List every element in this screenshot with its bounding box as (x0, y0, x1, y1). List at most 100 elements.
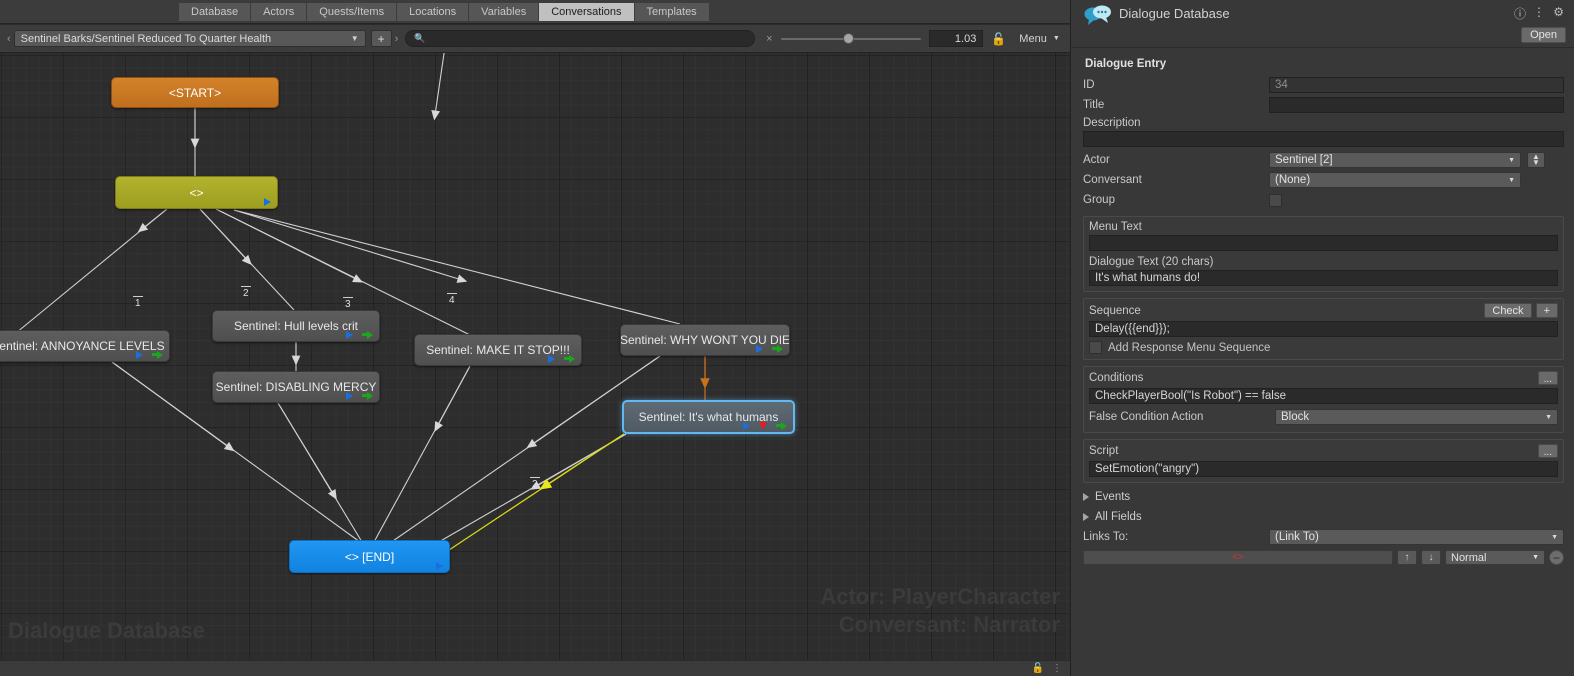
conversation-editor-pane: Database Actors Quests/Items Locations Varia… (0, 0, 1070, 676)
tab-actors[interactable]: Actors (251, 2, 308, 21)
script-arrow-icon (772, 344, 783, 353)
clear-search-button[interactable]: × (763, 33, 775, 45)
link-entry-field[interactable]: <> (1083, 550, 1393, 565)
false-condition-action-dropdown[interactable]: Block ▼ (1275, 409, 1558, 425)
tab-conversations[interactable]: Conversations (539, 2, 635, 21)
script-arrow-icon (776, 421, 787, 430)
dialogue-editor-window: Database Actors Quests/Items Locations Varia… (0, 0, 1574, 676)
unlock-icon[interactable]: 🔓 (1032, 663, 1044, 674)
tab-database[interactable]: Database (178, 2, 252, 21)
chevron-down-icon: ▼ (1508, 176, 1515, 184)
conditions-field[interactable]: CheckPlayerBool("Is Robot") == false (1089, 388, 1558, 404)
false-condition-action-label: False Condition Action (1089, 411, 1204, 423)
script-label: Script (1089, 445, 1119, 457)
false-condition-action-row: False Condition Action Block ▼ (1089, 407, 1558, 427)
dialogue-database-icon (1084, 5, 1111, 25)
dialogue-node-humans[interactable]: Sentinel: It's what humans (622, 400, 795, 434)
script-field[interactable]: SetEmotion("angry") (1089, 461, 1558, 477)
dialogue-node-start[interactable]: <START> (111, 77, 279, 108)
open-button[interactable]: Open (1521, 27, 1566, 43)
link-move-down-button[interactable]: ↓ (1421, 550, 1441, 565)
conversant-dropdown[interactable]: (None) ▼ (1269, 172, 1521, 188)
dialogue-node-stop[interactable]: Sentinel: MAKE IT STOP!!! (414, 334, 582, 366)
triangle-right-icon (1083, 493, 1089, 501)
gear-icon[interactable]: ⚙ (1553, 5, 1564, 19)
dialogue-node-die[interactable]: Sentinel: WHY WONT YOU DIE (620, 324, 790, 356)
zoom-slider-handle[interactable] (843, 33, 855, 44)
unlock-icon[interactable]: 🔓 (991, 32, 1006, 46)
script-box: Script ... SetEmotion("angry") (1083, 439, 1564, 483)
dialogue-node-mercy[interactable]: Sentinel: DISABLING MERCY (212, 371, 380, 403)
inspector-body: Dialogue Entry ID 34 Title Description A… (1071, 48, 1574, 565)
title-label: Title (1083, 99, 1105, 111)
node-icon-group (743, 421, 787, 430)
tab-quests-items[interactable]: Quests/Items (307, 2, 398, 21)
link-priority-dropdown[interactable]: Normal ▼ (1445, 550, 1545, 565)
inspector-pane: Dialogue Database ⓘ ⋮ ⚙ Open Dialogue En… (1070, 0, 1574, 676)
conversation-dropdown-value: Sentinel Barks/Sentinel Reduced To Quart… (20, 32, 272, 45)
script-arrow-icon (152, 350, 163, 359)
link-priority-value: Normal (1451, 551, 1487, 564)
dialogue-node-end[interactable]: <> [END] (289, 540, 450, 573)
sequence-add-button[interactable]: + (1535, 303, 1558, 318)
links-to-dropdown[interactable]: (Link To) ▼ (1269, 529, 1564, 545)
sequence-field[interactable]: Delay({{end}}); (1089, 321, 1558, 337)
actor-label: Actor (1083, 154, 1110, 166)
preset-icon[interactable]: ⋮ (1533, 5, 1545, 19)
menu-text-field[interactable] (1089, 235, 1558, 251)
actor-dropdown-value: Sentinel [2] (1275, 154, 1333, 166)
watermark-actor: Actor: PlayerCharacter (820, 584, 1060, 609)
response-menu-sequence-checkbox[interactable] (1089, 341, 1102, 354)
all-fields-foldout[interactable]: All Fields (1083, 507, 1564, 527)
group-label: Group (1083, 194, 1115, 206)
dialogue-node-annoy[interactable]: Sentinel: ANNOYANCE LEVELS (0, 330, 170, 362)
zoom-slider[interactable] (781, 32, 922, 46)
link-remove-button[interactable]: − (1549, 550, 1564, 565)
events-foldout-label: Events (1095, 491, 1131, 503)
search-input[interactable]: 🔍 (405, 30, 756, 47)
add-conversation-button[interactable]: + (370, 30, 392, 47)
conditions-menu-button[interactable]: ... (1537, 371, 1558, 385)
actor-stepper[interactable]: ▲ ▼ (1527, 152, 1545, 168)
link-order-number: 3 (343, 297, 353, 310)
more-vertical-icon[interactable]: ⋮ (1052, 663, 1062, 674)
link-order-number: 1 (133, 296, 143, 309)
false-condition-action-value: Block (1281, 411, 1310, 423)
tab-templates[interactable]: Templates (634, 2, 710, 21)
menu-button-label: Menu (1019, 32, 1047, 45)
link-move-up-button[interactable]: ↑ (1397, 550, 1417, 565)
search-icon: 🔍 (414, 33, 426, 43)
dialogue-node-group[interactable]: <> (115, 176, 278, 209)
menu-button[interactable]: Menu ▼ (1013, 30, 1066, 47)
prev-conversation-arrow[interactable]: ‹ (4, 33, 14, 45)
text-box: Menu Text Dialogue Text (20 chars) It's … (1083, 216, 1564, 292)
group-checkbox[interactable] (1269, 193, 1282, 207)
zoom-value-field[interactable]: 1.03 (929, 30, 984, 47)
response-menu-sequence-label: Add Response Menu Sequence (1108, 341, 1271, 354)
dialogue-text-field[interactable]: It's what humans do! (1089, 270, 1558, 286)
all-fields-foldout-label: All Fields (1095, 511, 1142, 523)
node-icon-group (436, 562, 443, 570)
response-menu-sequence-row[interactable]: Add Response Menu Sequence (1089, 341, 1558, 354)
dialogue-graph-canvas[interactable]: <START> <> Sentinel: ANNOYANCE LEVELS Senti… (0, 53, 1070, 660)
title-field[interactable] (1269, 97, 1564, 113)
links-to-dropdown-value: (Link To) (1275, 531, 1319, 543)
tab-locations[interactable]: Locations (397, 2, 470, 21)
conditions-label: Conditions (1089, 372, 1144, 384)
inspector-title: Dialogue Database (1119, 6, 1230, 21)
conversation-dropdown[interactable]: Sentinel Barks/Sentinel Reduced To Quart… (13, 30, 366, 47)
conversant-label: Conversant (1083, 174, 1142, 186)
help-icon[interactable]: ⓘ (1514, 5, 1526, 22)
next-conversation-arrow[interactable]: › (392, 33, 402, 45)
events-foldout[interactable]: Events (1083, 487, 1564, 507)
condition-icon (759, 421, 767, 430)
dialogue-node-hull[interactable]: Sentinel: Hull levels crit (212, 310, 380, 342)
sequence-check-button[interactable]: Check (1484, 303, 1532, 318)
id-label: ID (1083, 79, 1095, 91)
node-icon-group (756, 344, 783, 353)
actor-dropdown[interactable]: Sentinel [2] ▼ (1269, 152, 1521, 168)
tab-variables[interactable]: Variables (469, 2, 540, 21)
conditions-header: Conditions ... (1089, 371, 1558, 385)
description-field[interactable] (1083, 131, 1564, 147)
script-menu-button[interactable]: ... (1537, 444, 1558, 458)
